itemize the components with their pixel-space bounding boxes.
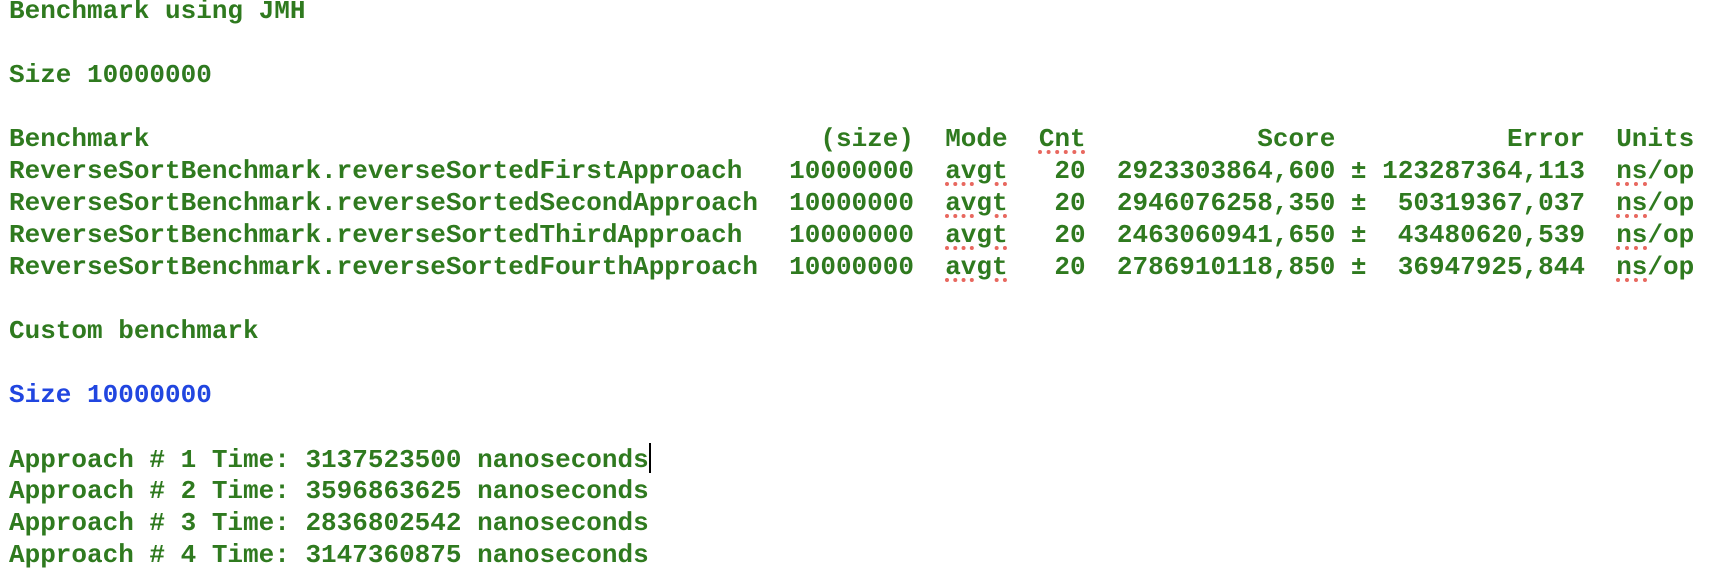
score-value: 2786910118,850	[1116, 252, 1336, 282]
score-value: 2946076258,350	[1116, 188, 1336, 218]
cnt-value: 20	[1054, 188, 1086, 218]
error-value: 50319367,037	[1397, 188, 1585, 218]
size-value: 10000000	[789, 252, 914, 282]
approach-line: Approach # 1 Time: 3137523500 nanosecond…	[9, 443, 1694, 475]
units-value: ns/op	[1616, 188, 1695, 218]
table-row: ReverseSortBenchmark.reverseSortedFourth…	[9, 251, 1694, 283]
text-editor-content[interactable]: Benchmark using JMH Size 10000000 Benchm…	[9, 0, 1694, 571]
error-value: Error	[1506, 124, 1585, 154]
approach-text: Approach # 1 Time: 3137523500 nanosecond…	[9, 445, 649, 475]
score-value: 2923303864,600	[1116, 156, 1336, 186]
benchmark-name: ReverseSortBenchmark.reverseSortedFirstA…	[9, 156, 743, 186]
custom-size: Size 10000000	[9, 380, 212, 410]
benchmark-table: Benchmark (size) Mode Cnt Score Error Un…	[9, 123, 1694, 283]
table-row: ReverseSortBenchmark.reverseSortedFirstA…	[9, 155, 1694, 187]
mode-value: avgt	[945, 156, 1008, 186]
score-value: Score	[1257, 124, 1336, 154]
benchmark-name: ReverseSortBenchmark.reverseSortedThirdA…	[9, 220, 743, 250]
text-cursor	[648, 443, 651, 473]
units-value: ns/op	[1616, 220, 1695, 250]
table-row: ReverseSortBenchmark.reverseSortedSecond…	[9, 187, 1694, 219]
units-value: Units	[1616, 124, 1695, 154]
size-value: (size)	[820, 124, 914, 154]
units-value: ns/op	[1616, 252, 1695, 282]
plus-minus: ±	[1350, 252, 1367, 282]
score-value: 2463060941,650	[1116, 220, 1336, 250]
benchmark-name: ReverseSortBenchmark.reverseSortedSecond…	[9, 188, 758, 218]
approach-line: Approach # 2 Time: 3596863625 nanosecond…	[9, 476, 649, 506]
jmh-size: Size 10000000	[9, 60, 212, 90]
table-row: ReverseSortBenchmark.reverseSortedThirdA…	[9, 219, 1694, 251]
size-value: 10000000	[789, 188, 914, 218]
benchmark-name: ReverseSortBenchmark.reverseSortedFourth…	[9, 252, 758, 282]
cnt-value: Cnt	[1038, 124, 1086, 154]
mode-value: avgt	[945, 220, 1008, 250]
mode-value: avgt	[945, 252, 1008, 282]
table-header: Benchmark (size) Mode Cnt Score Error Un…	[9, 123, 1694, 155]
approach-line: Approach # 4 Time: 3147360875 nanosecond…	[9, 540, 649, 570]
approach-line: Approach # 3 Time: 2836802542 nanosecond…	[9, 508, 649, 538]
mode-value: avgt	[945, 188, 1008, 218]
mode-value: Mode	[945, 124, 1008, 154]
size-value: 10000000	[789, 156, 914, 186]
cnt-value: 20	[1054, 252, 1086, 282]
plus-minus: ±	[1350, 220, 1367, 250]
plus-minus: ±	[1350, 188, 1367, 218]
jmh-title: Benchmark using JMH	[9, 0, 306, 26]
error-value: 43480620,539	[1397, 220, 1585, 250]
custom-title: Custom benchmark	[9, 316, 259, 346]
cnt-value: 20	[1054, 220, 1086, 250]
plus-minus: ±	[1350, 156, 1367, 186]
size-value: 10000000	[789, 220, 914, 250]
benchmark-name: Benchmark	[9, 124, 150, 154]
error-value: 36947925,844	[1397, 252, 1585, 282]
units-value: ns/op	[1616, 156, 1695, 186]
error-value: 123287364,113	[1382, 156, 1585, 186]
cnt-value: 20	[1054, 156, 1086, 186]
